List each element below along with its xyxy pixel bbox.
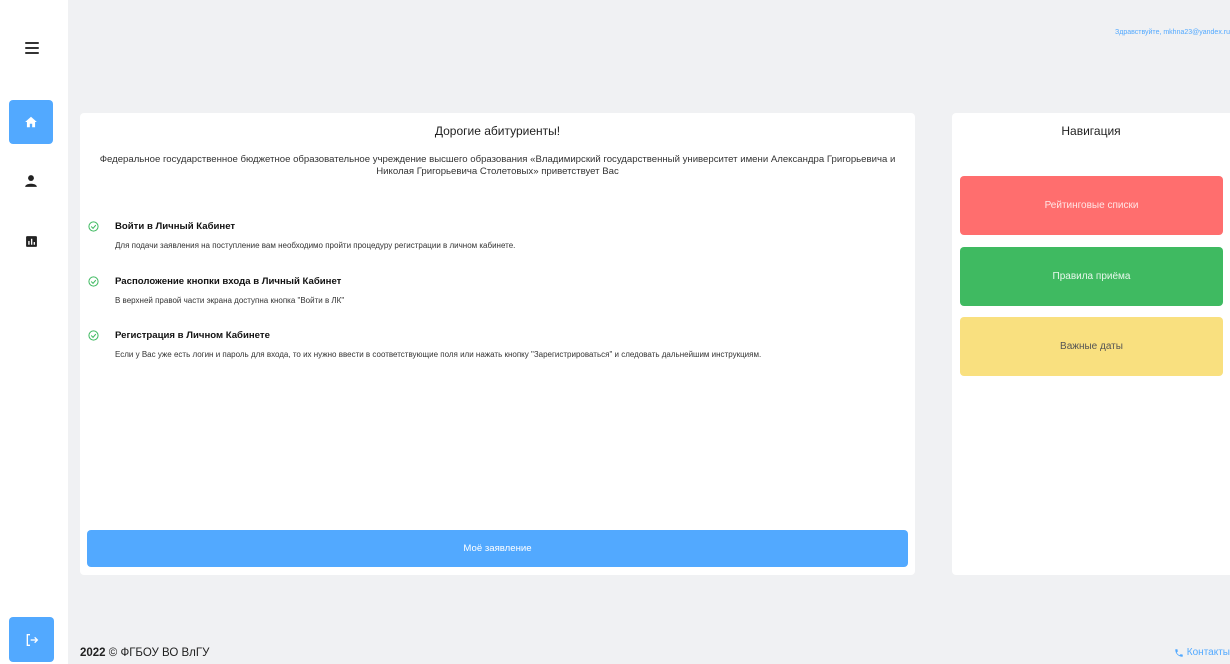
step-description: Для подачи заявления на поступление вам … [115,241,516,250]
phone-icon [1175,648,1183,657]
navigation-title: Навигация [1061,124,1121,138]
welcome-intro: Федеральное государственное бюджетное об… [99,154,896,177]
footer-org: © ФГБОУ ВО ВлГУ [108,647,210,659]
my-application-button[interactable]: Моё заявление [87,530,908,567]
welcome-title: Дорогие абитуриенты! [434,124,561,138]
step-title: Войти в Личный Кабинет [115,221,236,232]
logout-icon [26,633,38,646]
home-icon [25,116,37,128]
user-icon [25,175,37,187]
important-dates-button[interactable]: Важные даты [960,317,1223,376]
check-circle-icon [88,276,99,287]
menu-icon[interactable] [18,36,46,60]
sidebar-item-statistics[interactable] [9,219,53,263]
welcome-card: Дорогие абитуриенты! Федеральное государ… [80,113,915,575]
chart-icon [25,235,37,247]
contacts-link[interactable]: Контакты [1174,647,1230,658]
admission-rules-button[interactable]: Правила приёма [960,247,1223,306]
step-title: Регистрация в Личном Кабинете [115,330,270,341]
footer-year: 2022 [80,647,106,659]
check-circle-icon [88,221,99,232]
rating-lists-button[interactable]: Рейтинговые списки [960,176,1223,235]
check-circle-icon [88,330,99,341]
footer-copyright: 2022 © ФГБОУ ВО ВлГУ [80,647,209,659]
sidebar-item-home[interactable] [9,100,53,144]
step-description: Если у Вас уже есть логин и пароль для в… [115,350,762,359]
user-greeting[interactable]: Здравствуйте, mkhna23@yandex.ru [1115,29,1230,36]
logout-button[interactable] [9,617,54,662]
sidebar-item-profile[interactable] [9,159,53,203]
navigation-card: Навигация Рейтинговые списки Правила при… [952,113,1230,575]
contacts-label: Контакты [1186,647,1230,658]
step-title: Расположение кнопки входа в Личный Кабин… [115,276,342,287]
sidebar [0,0,68,664]
step-description: В верхней правой части экрана доступна к… [115,296,345,305]
